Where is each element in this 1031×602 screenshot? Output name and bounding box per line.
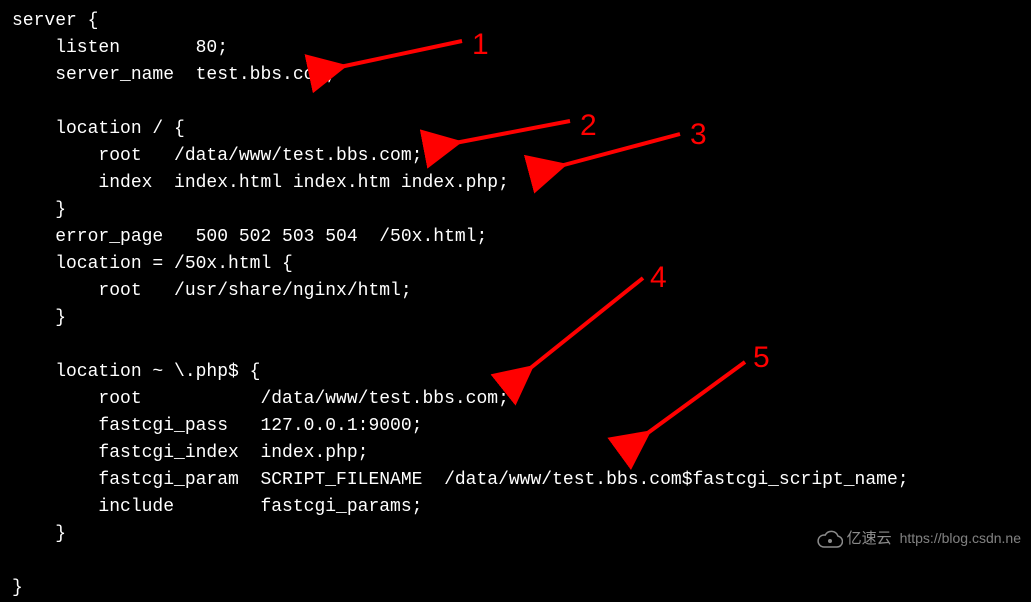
code-line: } xyxy=(12,578,23,598)
code-line: root /data/www/test.bbs.com; xyxy=(12,389,509,409)
code-line: include fastcgi_params; xyxy=(12,497,422,517)
watermark: 亿速云 https://blog.csdn.ne xyxy=(817,528,1021,551)
code-line: fastcgi_pass 127.0.0.1:9000; xyxy=(12,416,422,436)
code-block: server { listen 80; server_name test.bbs… xyxy=(12,8,1019,602)
code-line: fastcgi_index index.php; xyxy=(12,443,368,463)
cloud-icon xyxy=(817,530,843,548)
watermark-logo: 亿速云 xyxy=(817,528,892,551)
code-line: error_page 500 502 503 504 /50x.html; xyxy=(12,227,487,247)
code-line: fastcgi_param SCRIPT_FILENAME /data/www/… xyxy=(12,470,909,490)
code-line: location ~ \.php$ { xyxy=(12,362,260,382)
code-line: location / { xyxy=(12,119,185,139)
watermark-url: https://blog.csdn.ne xyxy=(900,528,1021,549)
code-line: root /usr/share/nginx/html; xyxy=(12,281,412,301)
code-line: listen 80; xyxy=(12,38,228,58)
code-line: root /data/www/test.bbs.com; xyxy=(12,146,422,166)
code-line: server { xyxy=(12,11,98,31)
code-line: index index.html index.htm index.php; xyxy=(12,173,509,193)
code-line: } xyxy=(12,524,66,544)
code-line: server_name test.bbs.com; xyxy=(12,65,336,85)
code-line: location = /50x.html { xyxy=(12,254,293,274)
code-line: } xyxy=(12,308,66,328)
code-line: } xyxy=(12,200,66,220)
watermark-brand: 亿速云 xyxy=(847,528,892,551)
